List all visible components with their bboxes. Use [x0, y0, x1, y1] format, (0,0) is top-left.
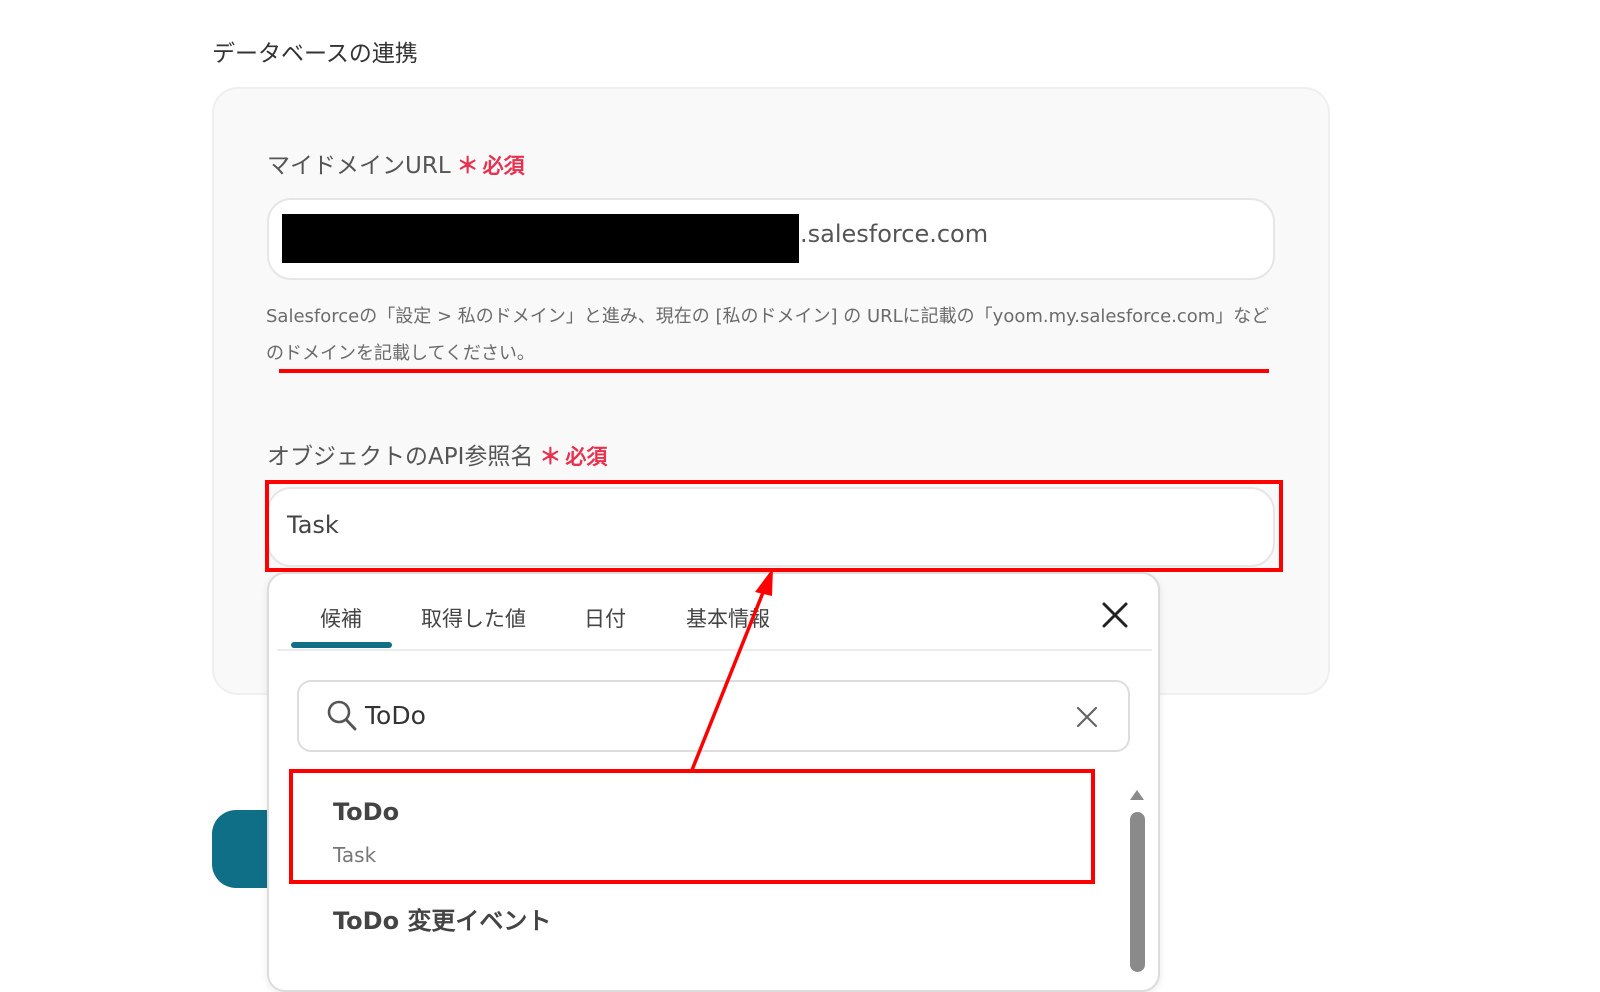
required-text: 必須	[482, 154, 525, 178]
domain-help-text: Salesforceの「設定 > 私のドメイン」と進み、現在の [私のドメイン]…	[266, 306, 1270, 364]
tab-date[interactable]: 日付	[584, 603, 626, 633]
search-query: ToDo	[365, 701, 426, 730]
search-icon	[327, 700, 357, 731]
domain-url-label: マイドメインURL ＊必須	[267, 146, 525, 180]
redacted-subdomain	[282, 214, 799, 263]
scroll-up-arrow[interactable]	[1130, 790, 1144, 800]
required-star: ＊	[456, 154, 479, 179]
tab-divider	[277, 649, 1152, 651]
annotation-box-input	[265, 480, 1283, 572]
object-api-label-text: オブジェクトのAPI参照名	[267, 444, 534, 470]
required-star: ＊	[539, 445, 562, 470]
required-badge: ＊必須	[539, 445, 608, 470]
result-title: ToDo 変更イベント	[333, 907, 552, 935]
tab-candidates[interactable]: 候補	[320, 603, 362, 633]
close-icon[interactable]	[1098, 598, 1132, 632]
tab-fetched-values[interactable]: 取得した値	[421, 603, 526, 633]
object-api-label: オブジェクトのAPI参照名＊必須	[267, 437, 607, 471]
required-text: 必須	[565, 445, 608, 469]
required-badge: ＊必須	[456, 154, 525, 179]
scrollbar-thumb[interactable]	[1130, 812, 1145, 972]
annotation-box-result	[289, 769, 1095, 884]
clear-icon[interactable]	[1075, 705, 1099, 729]
tab-basic-info[interactable]: 基本情報	[686, 603, 770, 633]
domain-url-suffix: .salesforce.com	[800, 220, 989, 248]
section-title: データベースの連携	[212, 41, 418, 67]
active-tab-indicator	[291, 642, 392, 648]
domain-url-label-text: マイドメインURL	[267, 153, 451, 179]
annotation-underline	[279, 369, 1269, 373]
